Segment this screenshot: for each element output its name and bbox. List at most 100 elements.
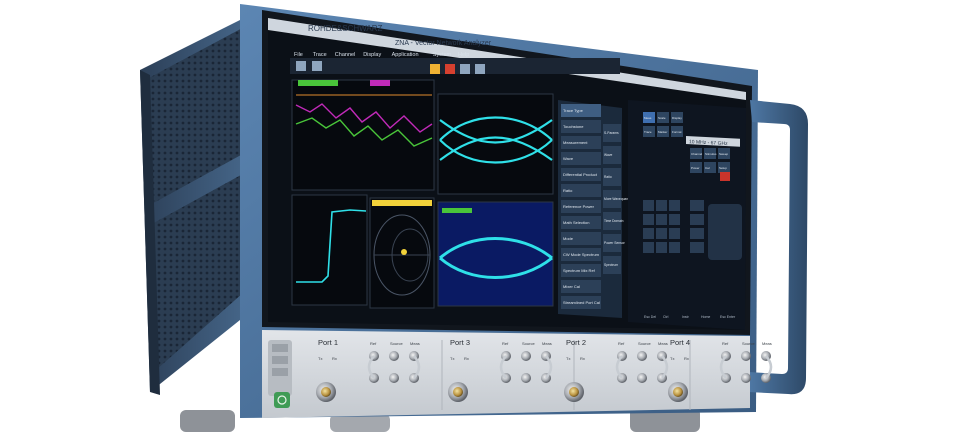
- keypad-key[interactable]: [669, 242, 680, 253]
- jumper-connector[interactable]: [389, 373, 399, 383]
- softkey-label: Differential Product: [563, 172, 598, 177]
- diagram-smith: [369, 197, 435, 309]
- port-io-label: Rx: [464, 356, 469, 361]
- softkey-label: Touchstone: [563, 124, 584, 129]
- port-io-label: Tx: [670, 356, 674, 361]
- softkey-label: Streamlined Port Cal: [563, 300, 600, 305]
- keypad-key[interactable]: [643, 242, 654, 253]
- hard-key-label: Marker: [658, 130, 667, 134]
- keypad-key[interactable]: [669, 214, 680, 225]
- menu-item-channel[interactable]: Channel: [335, 52, 356, 58]
- keypad-key[interactable]: [669, 228, 680, 239]
- hard-key-label: Scale: [658, 116, 666, 120]
- softkey-label: Reference Power: [563, 204, 595, 209]
- refresh-icon[interactable]: [460, 64, 470, 74]
- hard-key-label: Setup: [719, 166, 727, 170]
- hard-key-label: Sweep: [719, 152, 729, 156]
- jumper-connector[interactable]: [521, 351, 531, 361]
- port-sublabel: Meas: [542, 341, 552, 346]
- hard-key-label: Display: [672, 116, 682, 120]
- port-sublabel: Ref: [370, 341, 377, 346]
- port-sublabel: Ref: [618, 341, 625, 346]
- softkey-label: Time Domain: [604, 219, 624, 223]
- softkey-label: Trace Type: [563, 108, 584, 113]
- bottom-key-label[interactable]: Instr: [682, 315, 690, 319]
- bottom-key-label[interactable]: Esc Enter: [720, 315, 736, 319]
- softkey-label: S-Params: [604, 131, 619, 135]
- toolbar: [290, 58, 620, 74]
- redo-icon[interactable]: [312, 61, 322, 71]
- bottom-key-label[interactable]: Home: [701, 315, 710, 319]
- settings-icon[interactable]: [475, 64, 485, 74]
- unit-key[interactable]: [690, 214, 704, 225]
- keypad-key[interactable]: [669, 200, 680, 211]
- unit-key[interactable]: [690, 200, 704, 211]
- port-sublabel: Meas: [762, 341, 772, 346]
- port-sublabel: Source: [742, 341, 755, 346]
- jumper-connector[interactable]: [521, 373, 531, 383]
- info-icon[interactable]: [430, 64, 440, 74]
- softkey-label: Wave: [563, 156, 574, 161]
- port-label: Port 3: [450, 338, 470, 347]
- numeric-keypad: [643, 200, 742, 260]
- preset-key[interactable]: [720, 172, 730, 181]
- diagram-eye-2: [437, 201, 554, 307]
- menu-item-application[interactable]: Application: [392, 52, 419, 58]
- jumper-connector[interactable]: [741, 373, 751, 383]
- diagram-eye-1: [437, 93, 554, 195]
- softkey-label: Math Selection: [563, 220, 589, 225]
- bottom-key-label[interactable]: Ctrl: [663, 315, 669, 319]
- softkey-label: Ratio: [563, 188, 573, 193]
- menu-item-help[interactable]: Help: [458, 52, 469, 58]
- port-io-label: Rx: [332, 356, 337, 361]
- keypad-key[interactable]: [643, 214, 654, 225]
- power-button[interactable]: [274, 392, 290, 408]
- softkey-label: CW Mode Spectrum: [563, 252, 600, 257]
- keypad-key[interactable]: [656, 200, 667, 211]
- hardkey-panel: 10 MHz - 67 GHz Meas Scale DisplayTrace Mar…: [628, 100, 746, 330]
- port-label: Port 4: [670, 338, 690, 347]
- jumper-connector[interactable]: [637, 351, 647, 361]
- jumper-connector[interactable]: [741, 351, 751, 361]
- menu-item-file[interactable]: File: [294, 52, 303, 58]
- stop-icon[interactable]: [445, 64, 455, 74]
- port-io-label: Tx: [566, 356, 570, 361]
- hard-key-label: Channel: [691, 152, 703, 156]
- diagram-step: [291, 194, 368, 306]
- softkey-label: Spectrum Mix Ref: [563, 268, 596, 273]
- usb-port[interactable]: [272, 344, 288, 352]
- keypad-key[interactable]: [656, 228, 667, 239]
- diagram-sparams: [291, 79, 435, 191]
- port-label: Port 2: [566, 338, 586, 347]
- usb-port[interactable]: [272, 368, 288, 376]
- menu-item-trace[interactable]: Trace: [313, 52, 327, 58]
- rotary-knob-area[interactable]: [708, 204, 742, 260]
- port-sublabel: Source: [522, 341, 535, 346]
- keypad-key[interactable]: [656, 242, 667, 253]
- connector-center: [321, 387, 331, 397]
- port-io-label: Tx: [318, 356, 322, 361]
- softkey-label: Wave: [604, 153, 612, 157]
- port-panel: Port 1 Ref Source Meas Tx Rx Port 3 Ref Source Me…: [262, 330, 773, 418]
- jumper-connector[interactable]: [389, 351, 399, 361]
- bottom-key-label[interactable]: Esc Del: [644, 315, 656, 319]
- port-sublabel: Meas: [410, 341, 420, 346]
- usb-port[interactable]: [272, 356, 288, 364]
- port-io-label: Rx: [684, 356, 689, 361]
- unit-key[interactable]: [690, 228, 704, 239]
- hard-key-label: Format: [672, 130, 682, 134]
- unit-key[interactable]: [690, 242, 704, 253]
- jumper-connector[interactable]: [637, 373, 647, 383]
- keypad-key[interactable]: [643, 200, 654, 211]
- hard-key-label: Trace: [644, 130, 652, 134]
- window-title: ZNA - Vector Network Analyzer: [395, 40, 492, 47]
- keypad-key[interactable]: [656, 214, 667, 225]
- hard-key-label: Stimulus: [705, 152, 717, 156]
- menu-item-display[interactable]: Display: [363, 52, 381, 58]
- port-sublabel: Meas: [658, 341, 668, 346]
- port-label: Port 1: [318, 338, 338, 347]
- port-io-label: Rx: [580, 356, 585, 361]
- undo-icon[interactable]: [296, 61, 306, 71]
- keypad-key[interactable]: [643, 228, 654, 239]
- menu-item-system[interactable]: System: [433, 52, 452, 58]
